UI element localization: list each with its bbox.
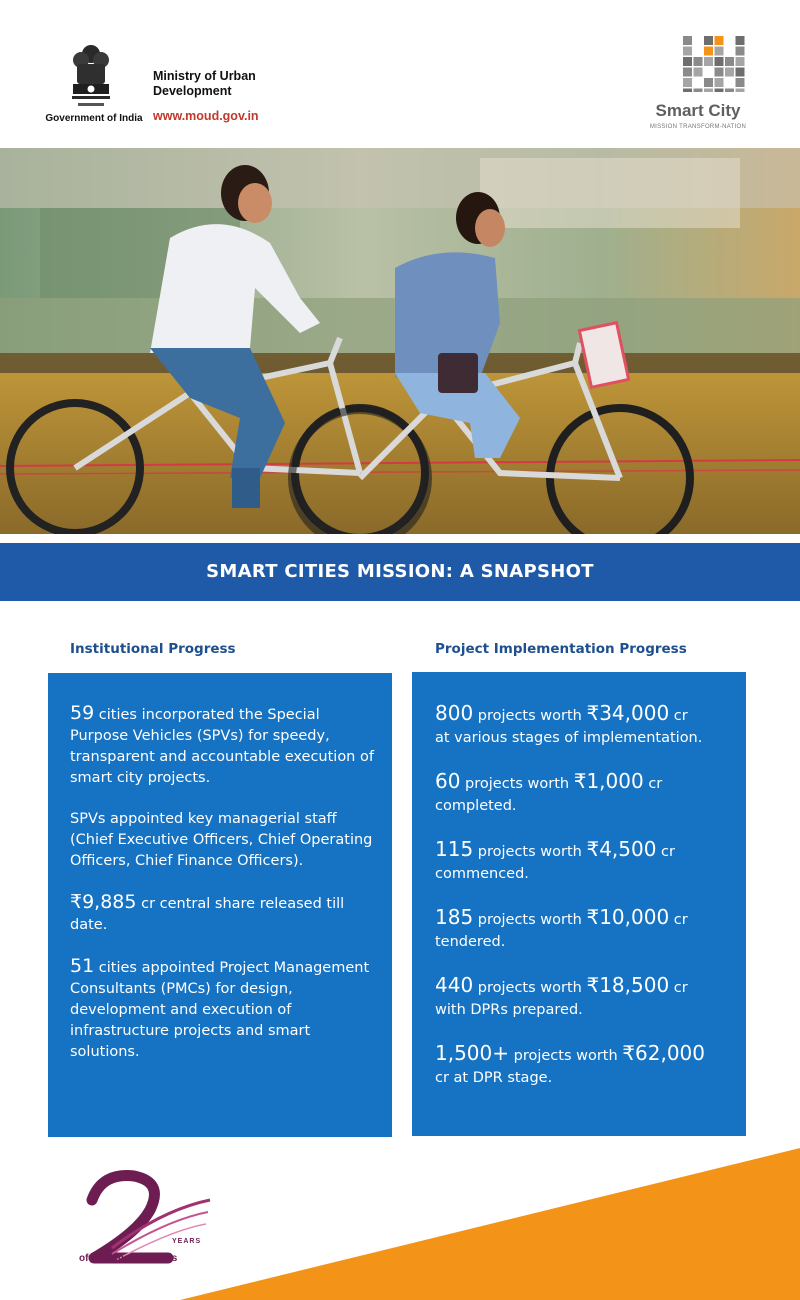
project-amount: ₹1,000 <box>573 769 644 793</box>
logo-pixel <box>693 67 703 77</box>
stat-text: SPVs appointed key managerial staff (Chi… <box>70 811 373 869</box>
logo-pixel <box>693 88 703 92</box>
amount-unit: cr <box>656 844 675 860</box>
project-count: 1,500+ <box>435 1041 510 1065</box>
implementation-item: 1,500+ projects worth ₹62,000 cr at DPR … <box>435 1042 732 1089</box>
stat-number: 59 <box>70 702 95 724</box>
institutional-item: SPVs appointed key managerial staff (Chi… <box>70 809 374 872</box>
logo-pixel <box>735 78 745 87</box>
projects-worth-text: projects worth <box>473 708 587 724</box>
hero-photo <box>0 148 800 534</box>
implementation-item: 185 projects worth ₹10,000 cr tendered. <box>435 906 732 953</box>
national-emblem-icon <box>72 45 110 106</box>
smart-city-tagline: MISSION TRANSFORM-NATION <box>649 124 747 130</box>
project-status-text: cr at DPR stage. <box>435 1070 553 1086</box>
project-status-text: completed. <box>435 798 517 814</box>
institutional-item: 59 cities incorporated the Special Purpo… <box>70 703 374 789</box>
amount-unit: cr <box>669 980 688 996</box>
project-status-text: tendered. <box>435 934 506 950</box>
logo-pixel <box>714 57 724 66</box>
amount-unit: cr <box>643 776 663 792</box>
ministry-name: Ministry of Urban Development <box>153 69 256 98</box>
logo-pixel <box>683 46 692 56</box>
implementation-progress-box: 800 projects worth ₹34,000 cr at various… <box>412 672 746 1136</box>
logo-pixel <box>714 88 724 92</box>
stat-number: ₹9,885 <box>70 891 137 913</box>
projects-worth-text: projects worth <box>460 776 574 792</box>
snapshot-banner: SMART CITIES MISSION: A SNAPSHOT <box>0 543 800 601</box>
logo-pixel <box>714 67 724 77</box>
logo-pixel <box>683 36 692 45</box>
implementation-item: 440 projects worth ₹18,500 cr with DPRs … <box>435 974 732 1021</box>
logo-pixel <box>704 36 713 45</box>
logo-pixel <box>683 67 692 77</box>
ministry-website-link[interactable]: www.moud.gov.in <box>153 109 259 123</box>
implementation-progress-heading: Project Implementation Progress <box>435 641 687 657</box>
institutional-item: ₹9,885 cr central share released till da… <box>70 892 374 936</box>
logo-pixel <box>704 88 713 92</box>
projects-worth-text: projects worth <box>509 1048 623 1064</box>
logo-pixel <box>725 67 734 77</box>
implementation-item: 800 projects worth ₹34,000 cr at various… <box>435 702 732 749</box>
logo-pixel <box>735 36 745 45</box>
project-count: 440 <box>435 973 474 997</box>
logo-pixel <box>735 46 745 56</box>
government-of-india-label: Government of India <box>45 113 143 124</box>
logo-pixel <box>735 67 745 77</box>
amount-unit: cr <box>669 708 688 724</box>
stat-number: 51 <box>70 955 95 977</box>
project-amount: ₹18,500 <box>586 973 670 997</box>
institutional-progress-heading: Institutional Progress <box>70 641 236 657</box>
logo-pixel <box>693 57 703 66</box>
smart-city-logo-icon <box>683 36 745 92</box>
stat-text: cities appointed Project Management Cons… <box>70 960 370 1060</box>
projects-worth-text: projects worth <box>473 912 587 928</box>
logo-pixel <box>704 46 713 56</box>
project-count: 185 <box>435 905 474 929</box>
logo-pixel <box>704 57 713 66</box>
project-status-text: with DPRs prepared. <box>435 1002 583 1018</box>
project-status-text: at various stages of implementation. <box>435 730 703 746</box>
project-count: 800 <box>435 701 474 725</box>
project-count: 60 <box>435 769 461 793</box>
project-amount: ₹34,000 <box>586 701 670 725</box>
logo-pixel <box>714 78 724 87</box>
logo-pixel <box>683 78 692 87</box>
project-amount: ₹10,000 <box>586 905 670 929</box>
projects-worth-text: projects worth <box>473 980 587 996</box>
smart-city-title: Smart City <box>655 101 741 120</box>
logo-pixel <box>735 57 745 66</box>
project-amount: ₹4,500 <box>586 837 657 861</box>
logo-pixel <box>683 57 692 66</box>
project-status-text: commenced. <box>435 866 529 882</box>
cyclists-photo <box>0 148 800 534</box>
project-count: 115 <box>435 837 474 861</box>
logo-pixel <box>714 36 724 45</box>
logo-pixel <box>704 78 713 87</box>
implementation-item: 60 projects worth ₹1,000 cr completed. <box>435 770 732 817</box>
logo-pixel <box>714 46 724 56</box>
institutional-item: 51 cities appointed Project Management C… <box>70 956 374 1063</box>
implementation-item: 115 projects worth ₹4,500 cr commenced. <box>435 838 732 885</box>
stat-text: cities incorporated the Special Purpose … <box>70 707 374 786</box>
logo-pixel <box>683 88 692 92</box>
logo-pixel <box>725 57 734 66</box>
institutional-progress-box: 59 cities incorporated the Special Purpo… <box>48 673 392 1137</box>
logo-pixel <box>725 88 734 92</box>
project-amount: ₹62,000 <box>622 1041 706 1065</box>
amount-unit: cr <box>669 912 688 928</box>
page-header: Government of India Ministry of Urban De… <box>0 0 800 148</box>
years-label: YEARS <box>172 1238 202 1245</box>
fulfilling-promises-label: of fulfilling promises <box>79 1253 178 1264</box>
logo-pixel <box>735 88 745 92</box>
projects-worth-text: projects worth <box>473 844 587 860</box>
